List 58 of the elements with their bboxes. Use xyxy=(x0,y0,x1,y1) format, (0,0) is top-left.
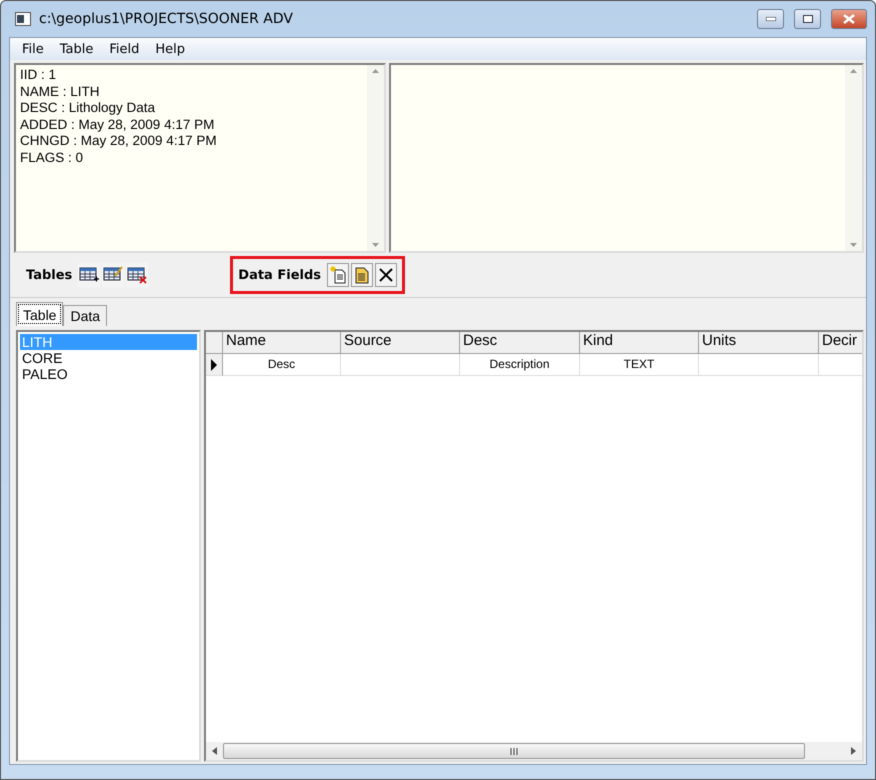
tab[interactable]: Data xyxy=(63,305,108,326)
maximize-button[interactable] xyxy=(794,9,821,29)
scrollbar[interactable] xyxy=(845,65,862,251)
tables-label: Tables xyxy=(26,268,72,282)
scroll-up-icon[interactable] xyxy=(850,69,857,73)
column-header[interactable]: Desc xyxy=(460,332,580,354)
table-plus-icon xyxy=(79,266,100,284)
table-cell: Description xyxy=(460,354,580,376)
grip-icon xyxy=(510,748,518,754)
table-cell: Desc xyxy=(223,354,341,376)
minimize-icon xyxy=(766,17,776,21)
corner-cell xyxy=(206,332,223,354)
table-delete-icon xyxy=(127,266,148,284)
new-document-icon xyxy=(330,266,346,284)
scroll-thumb[interactable] xyxy=(223,743,805,759)
close-button[interactable] xyxy=(831,9,867,29)
list-item[interactable]: PALEO xyxy=(20,366,197,382)
delete-field-button[interactable] xyxy=(375,263,398,287)
scroll-left-icon[interactable] xyxy=(212,747,217,755)
column-header[interactable]: Units xyxy=(699,332,819,354)
info-line: DESC : Lithology Data xyxy=(20,100,156,116)
edit-table-button[interactable] xyxy=(102,263,124,287)
list-item[interactable]: CORE xyxy=(20,350,197,366)
app-icon xyxy=(15,12,31,26)
column-header[interactable]: Name xyxy=(223,332,341,354)
column-header[interactable]: Kind xyxy=(580,332,699,354)
horizontal-scrollbar[interactable] xyxy=(206,742,862,760)
window-title: c:\geoplus1\PROJECTS\SOONER ADV xyxy=(39,11,294,27)
info-line: ADDED : May 28, 2009 4:17 PM xyxy=(20,116,216,133)
minimize-button[interactable] xyxy=(757,9,784,29)
maximize-icon xyxy=(802,15,812,23)
menu-item[interactable]: Help xyxy=(147,42,194,56)
close-icon xyxy=(843,14,855,24)
info-line: FLAGS : 0 xyxy=(20,150,84,166)
column-header[interactable]: Decir xyxy=(819,332,862,354)
info-line: IID : 1 xyxy=(20,67,58,84)
data-fields-label: Data Fields xyxy=(238,268,322,282)
row-pointer-icon xyxy=(211,358,217,370)
scroll-down-icon[interactable] xyxy=(850,243,857,247)
table-cell: TEXT xyxy=(580,354,699,376)
scroll-up-icon[interactable] xyxy=(372,69,380,73)
scroll-right-icon[interactable] xyxy=(851,747,856,755)
delete-table-button[interactable] xyxy=(126,263,148,287)
close-icon xyxy=(379,268,394,282)
column-header[interactable]: Source xyxy=(341,332,460,354)
document-icon xyxy=(355,266,370,284)
tab[interactable]: Table xyxy=(16,302,64,326)
scrollbar[interactable] xyxy=(367,65,384,251)
menu-item[interactable]: File xyxy=(14,42,52,56)
edit-field-button[interactable] xyxy=(351,263,374,287)
new-field-button[interactable] xyxy=(327,263,350,287)
info-line: NAME : LITH xyxy=(20,84,101,100)
menu-item[interactable]: Field xyxy=(101,42,148,56)
scroll-down-icon[interactable] xyxy=(372,243,380,247)
menu-item[interactable]: Table xyxy=(52,42,102,56)
row-header[interactable] xyxy=(206,354,223,376)
info-line: CHNGD : May 28, 2009 4:17 PM xyxy=(20,133,218,150)
add-table-button[interactable] xyxy=(78,263,100,287)
